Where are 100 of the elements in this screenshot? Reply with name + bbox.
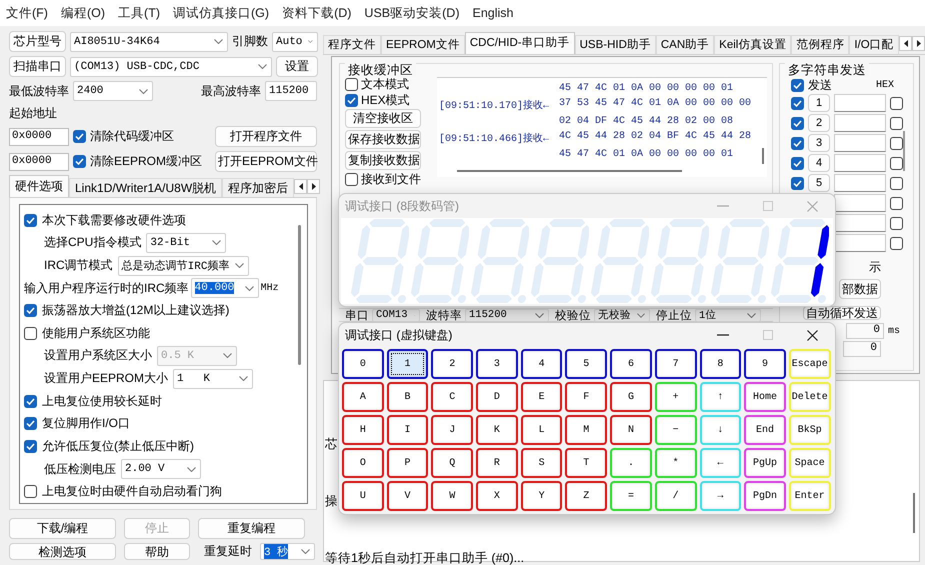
key[interactable]: 5 — [565, 349, 608, 379]
key[interactable]: Home — [744, 382, 786, 412]
menu-item[interactable]: 调试仿真接口(G) — [173, 4, 270, 22]
option-dropdown[interactable]: 32-Bit — [146, 232, 226, 253]
tab[interactable]: 硬件选项 — [9, 175, 69, 197]
key[interactable]: N — [610, 415, 652, 445]
key[interactable]: Escape — [788, 349, 831, 379]
menu-item[interactable]: 编程(O) — [60, 4, 106, 22]
checkbox[interactable] — [345, 78, 358, 90]
key[interactable]: T — [565, 448, 608, 478]
checkbox[interactable] — [24, 214, 37, 227]
key[interactable]: 4 — [520, 349, 562, 379]
key[interactable]: 2 — [431, 349, 474, 379]
key[interactable]: G — [610, 382, 652, 412]
key[interactable]: − — [654, 415, 696, 445]
key[interactable]: → — [700, 481, 742, 511]
scroll-left-button[interactable] — [294, 179, 308, 194]
send-number-button[interactable]: 1 — [808, 94, 830, 112]
interval-field[interactable]: 0 — [846, 323, 884, 339]
checkbox[interactable] — [24, 394, 37, 408]
receive-button[interactable]: 清空接收区 — [345, 109, 421, 128]
option-dropdown[interactable]: 2.00 V — [121, 459, 201, 479]
send-number-button[interactable]: 4 — [808, 154, 830, 172]
checkbox[interactable] — [791, 136, 804, 150]
send-field[interactable] — [834, 194, 886, 212]
key[interactable]: 6 — [610, 349, 652, 379]
tab[interactable]: 程序加密后 — [222, 178, 294, 197]
key[interactable]: Space — [788, 448, 831, 478]
key[interactable]: C — [431, 382, 474, 412]
checkbox[interactable] — [791, 176, 804, 190]
serial-dropdown[interactable]: COM13 — [372, 308, 420, 322]
checkbox[interactable] — [890, 116, 903, 130]
send-field[interactable] — [834, 234, 886, 252]
key[interactable]: U — [342, 481, 384, 511]
key[interactable]: D — [476, 382, 518, 412]
key[interactable]: 9 — [744, 349, 786, 379]
serial-dropdown[interactable]: 1位 — [695, 308, 761, 322]
checkbox[interactable] — [791, 116, 804, 130]
key[interactable]: Z — [565, 481, 608, 511]
serial-dropdown[interactable]: 115200 — [465, 308, 549, 322]
key[interactable]: L — [520, 415, 562, 445]
checkbox[interactable] — [890, 96, 903, 110]
checkbox[interactable] — [791, 78, 804, 92]
menu-item[interactable]: 工具(T) — [118, 4, 160, 22]
key[interactable]: 1 — [386, 349, 428, 379]
scrollbar[interactable] — [762, 148, 764, 164]
checkbox[interactable] — [24, 440, 37, 453]
key[interactable]: Y — [520, 481, 562, 511]
menu-item[interactable]: 文件(F) — [6, 4, 48, 22]
checkbox[interactable] — [791, 96, 804, 110]
key[interactable]: X — [476, 481, 518, 511]
key[interactable]: B — [386, 382, 428, 412]
checkbox[interactable] — [890, 176, 903, 190]
key[interactable]: O — [342, 448, 384, 478]
checkbox[interactable] — [890, 236, 903, 250]
send-field[interactable] — [834, 174, 886, 192]
tab[interactable]: EEPROM文件 — [381, 35, 465, 54]
key[interactable]: F — [565, 382, 608, 412]
key[interactable]: K — [476, 415, 518, 445]
checkbox[interactable] — [345, 172, 358, 186]
receive-button[interactable]: 复制接收数据 — [345, 151, 421, 170]
open-file-button[interactable]: 打开程序文件 — [215, 126, 317, 147]
scrollbar[interactable] — [903, 131, 905, 171]
send-field[interactable] — [834, 114, 886, 132]
checkbox[interactable] — [890, 156, 903, 170]
key[interactable]: E — [520, 382, 562, 412]
checkbox[interactable] — [24, 326, 37, 340]
help-button[interactable]: 帮助 — [124, 543, 190, 560]
key[interactable]: Enter — [788, 481, 831, 511]
key[interactable]: BkSp — [788, 415, 831, 445]
checkbox[interactable] — [24, 485, 37, 498]
key[interactable]: End — [744, 415, 786, 445]
checkbox[interactable] — [890, 196, 903, 210]
key[interactable]: PgDn — [744, 481, 786, 511]
send-number-button[interactable]: 2 — [808, 114, 830, 132]
checkbox[interactable] — [791, 156, 804, 170]
key[interactable]: ← — [700, 448, 742, 478]
serial-dropdown[interactable]: 无校验 — [594, 308, 650, 322]
scan-port-button[interactable]: 扫描串口 — [9, 56, 66, 77]
key[interactable]: I — [386, 415, 428, 445]
settings-button[interactable]: 设置 — [276, 56, 318, 77]
pin-count-dropdown[interactable]: Auto — [272, 32, 318, 52]
action-button[interactable]: 下载/编程 — [9, 518, 116, 539]
key[interactable]: J — [431, 415, 474, 445]
chip-dropdown[interactable]: AI8051U-34K64 — [70, 32, 228, 52]
key[interactable]: 8 — [700, 349, 742, 379]
option-dropdown[interactable]: 1 K — [173, 368, 254, 389]
key[interactable]: / — [654, 481, 696, 511]
key[interactable]: Delete — [788, 382, 831, 412]
scroll-right-button[interactable] — [912, 36, 925, 51]
option-dropdown[interactable]: 总是动态调节IRC频率 — [118, 256, 250, 276]
send-field[interactable] — [834, 214, 886, 232]
key[interactable]: S — [520, 448, 562, 478]
menu-item[interactable]: 资料下载(D) — [282, 4, 352, 22]
key[interactable]: 7 — [654, 349, 696, 379]
send-field[interactable] — [834, 134, 886, 152]
frequency-dropdown[interactable]: 40.000 — [190, 278, 259, 298]
check-options-button[interactable]: 检测选项 — [9, 543, 116, 560]
scroll-right-button[interactable] — [307, 179, 320, 194]
key[interactable]: 3 — [476, 349, 518, 379]
